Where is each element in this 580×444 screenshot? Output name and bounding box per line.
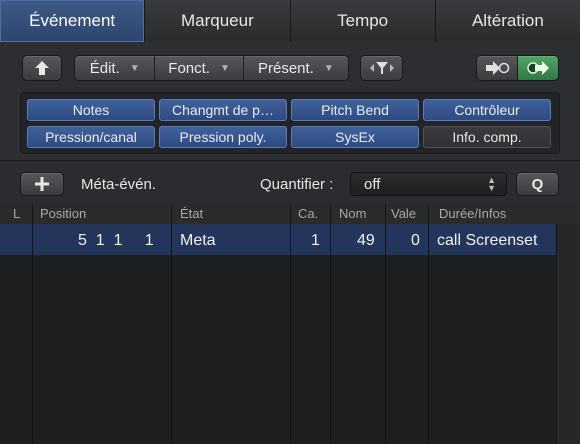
tab-event[interactable]: Événement [0, 0, 146, 42]
filter-button[interactable] [360, 55, 403, 81]
functions-menu-label: Fonct. [168, 59, 210, 77]
quantize-select[interactable]: off ▲ ▼ [350, 172, 507, 196]
stepper-arrows-icon: ▲ ▼ [487, 175, 496, 193]
row-number: 49 [357, 232, 375, 249]
column-header-position[interactable]: Position [40, 206, 86, 221]
chevron-down-icon: ▼ [323, 62, 334, 74]
tab-marker[interactable]: Marqueur [145, 0, 291, 42]
row-channel: 1 [311, 232, 320, 249]
column-divider [330, 204, 331, 444]
filter-channel-pressure[interactable]: Pression/canal [27, 126, 155, 148]
vertical-scrollbar[interactable] [556, 224, 580, 444]
midi-out-icon [527, 61, 549, 75]
filter-additional-info[interactable]: Info. comp. [423, 126, 551, 148]
quantize-label: Quantifier : [260, 176, 334, 193]
filter-controller[interactable]: Contrôleur [423, 99, 551, 121]
row-value: 0 [411, 232, 420, 249]
column-header-channel[interactable]: Ca. [298, 206, 318, 221]
tab-signature[interactable]: Altération [436, 0, 580, 42]
list-toolbar: Méta-évén. Quantifier : off ▲ ▼ Q [0, 160, 580, 205]
filter-notes[interactable]: Notes [27, 99, 155, 121]
arrow-up-icon [35, 61, 49, 75]
column-header-status[interactable]: État [180, 206, 203, 221]
column-divider [290, 204, 291, 444]
functions-menu[interactable]: Fonct. ▼ [155, 56, 244, 80]
quantize-button-label: Q [531, 175, 544, 193]
row-info: call Screenset [437, 232, 538, 249]
column-divider [32, 204, 33, 444]
midi-out-button[interactable] [517, 55, 559, 81]
event-list[interactable] [0, 224, 556, 444]
chevron-down-icon: ▼ [219, 62, 230, 74]
filter-sysex[interactable]: SysEx [291, 126, 419, 148]
quantize-button[interactable]: Q [516, 172, 559, 196]
quantize-value: off [364, 175, 381, 193]
row-status: Meta [180, 232, 216, 249]
column-header-value[interactable]: Vale [391, 206, 416, 221]
view-menu[interactable]: Présent. ▼ [244, 56, 348, 80]
chevron-down-icon: ▼ [129, 62, 140, 74]
column-divider [385, 204, 386, 444]
filter-poly-pressure[interactable]: Pression poly. [159, 126, 287, 148]
filter-pitch-bend[interactable]: Pitch Bend [291, 99, 419, 121]
menu-segment: Édit. ▼ Fonct. ▼ Présent. ▼ [74, 55, 349, 81]
row-position: 5 1 1 1 [78, 232, 154, 249]
filter-icon [369, 62, 394, 74]
midi-in-icon [486, 61, 510, 75]
event-type-label: Méta-évén. [81, 176, 157, 193]
up-button[interactable] [22, 55, 62, 81]
event-filter-panel: Notes Changmt de p… Pitch Bend Contrôleu… [20, 92, 560, 154]
column-header-number[interactable]: Nom [339, 206, 366, 221]
column-divider [428, 204, 429, 444]
midi-in-button[interactable] [476, 55, 518, 81]
column-header-l[interactable]: L [13, 206, 20, 221]
edit-menu[interactable]: Édit. ▼ [75, 56, 156, 80]
add-event-button[interactable] [20, 172, 64, 196]
column-header-length-info[interactable]: Durée/Infos [439, 206, 506, 221]
view-menu-label: Présent. [257, 59, 314, 77]
toolbar: Édit. ▼ Fonct. ▼ Présent. ▼ Notes Changm… [0, 42, 580, 160]
plus-icon [35, 177, 49, 191]
filter-program-change[interactable]: Changmt de p… [159, 99, 287, 121]
tab-bar: Événement Marqueur Tempo Altération [0, 0, 580, 43]
edit-menu-label: Édit. [89, 59, 120, 77]
tab-tempo[interactable]: Tempo [291, 0, 436, 42]
column-divider [171, 204, 172, 444]
